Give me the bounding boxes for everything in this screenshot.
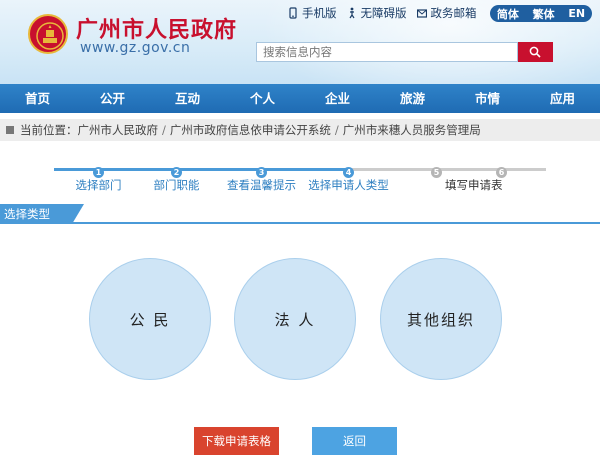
search-bar [256,42,553,62]
download-form-button[interactable]: 下载申请表格 [194,427,279,455]
step-4[interactable]: 4 选择申请人类型 [308,160,389,192]
applicant-type-citizen[interactable]: 公 民 [89,258,211,380]
step-1[interactable]: 1 选择部门 [76,160,122,192]
main-nav: 首页 公开 互动 个人 企业 旅游 市情 应用 [0,84,600,113]
step-5: 5 [431,160,442,179]
breadcrumb-separator: / [162,123,166,137]
breadcrumb-prefix: 当前位置： [20,123,78,137]
step-label: 查看温馨提示 [227,178,296,192]
back-button[interactable]: 返回 [312,427,397,455]
mail-icon [416,9,427,18]
breadcrumb-item-gz-gov[interactable]: 广州市人民政府 [78,122,159,138]
nav-item-interact[interactable]: 互动 [150,84,225,113]
nav-item-open[interactable]: 公开 [75,84,150,113]
site-header: 广州市人民政府 www.gz.gov.cn 手机版 无障碍版 政务邮箱 简体 繁… [0,0,600,84]
mobile-version-label: 手机版 [302,6,337,20]
nav-item-city-info[interactable]: 市情 [450,84,525,113]
section-title: 选择类型 [0,204,84,224]
steps-track-pending [350,168,546,171]
step-number: 5 [431,167,442,178]
step-3[interactable]: 3 查看温馨提示 [227,160,296,192]
government-emblem-icon [28,14,68,54]
lang-simplified[interactable]: 简体 [497,6,519,22]
nav-item-apps[interactable]: 应用 [525,84,600,113]
search-icon [529,46,541,58]
lang-english[interactable]: EN [568,7,585,20]
step-label: 部门职能 [153,178,200,192]
accessibility-icon [349,7,354,19]
section-divider [0,222,600,224]
search-button[interactable] [518,42,553,62]
step-label: 选择申请人类型 [308,178,389,192]
applicant-type-legal-person[interactable]: 法 人 [234,258,356,380]
breadcrumb-item-disclosure-system[interactable]: 广州市政府信息依申请公开系统 [170,122,331,138]
breadcrumb-item-department[interactable]: 广州市来穗人员服务管理局 [343,122,481,138]
nav-item-business[interactable]: 企业 [300,84,375,113]
lang-traditional[interactable]: 繁体 [533,6,555,22]
nav-item-home[interactable]: 首页 [0,84,75,113]
location-pin-icon [6,126,14,134]
accessibility-version-link[interactable]: 无障碍版 [347,5,407,21]
step-6-label: 填写申请表 [445,178,503,192]
nav-item-travel[interactable]: 旅游 [375,84,450,113]
top-links: 手机版 无障碍版 政务邮箱 [288,4,487,22]
mobile-version-link[interactable]: 手机版 [288,5,337,21]
language-switcher: 简体 繁体 EN [490,5,592,22]
mobile-icon [289,7,297,19]
step-label: 选择部门 [75,178,122,192]
step-2[interactable]: 2 部门职能 [154,160,200,192]
progress-steps: 1 选择部门 2 部门职能 3 查看温馨提示 4 选择申请人类型 5 6 填写申… [0,160,600,200]
applicant-type-other-org[interactable]: 其他组织 [380,258,502,380]
site-url: www.gz.gov.cn [80,40,191,56]
search-input[interactable] [256,42,518,62]
government-mail-label: 政务邮箱 [430,6,477,20]
breadcrumb-separator: / [334,123,339,137]
accessibility-version-label: 无障碍版 [360,6,407,20]
nav-item-personal[interactable]: 个人 [225,84,300,113]
breadcrumb: 当前位置： 广州市人民政府 / 广州市政府信息依申请公开系统 / 广州市来穗人员… [0,119,600,141]
government-mail-link[interactable]: 政务邮箱 [416,5,477,21]
